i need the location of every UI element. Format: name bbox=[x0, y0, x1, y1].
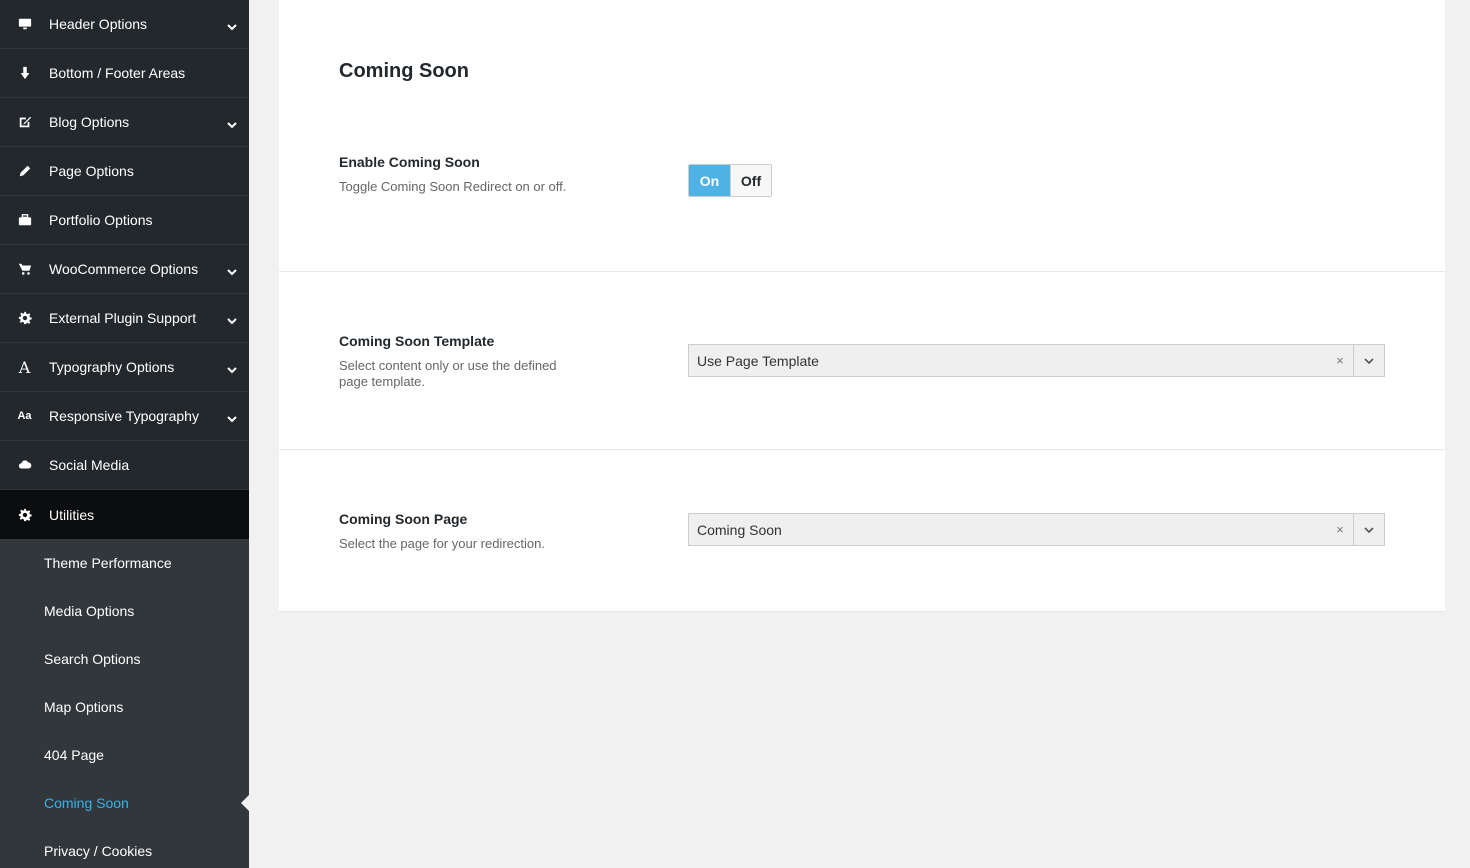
submenu-item-theme-performance[interactable]: Theme Performance bbox=[0, 539, 249, 587]
sidebar-item-social-media[interactable]: Social Media bbox=[0, 441, 249, 490]
coming-soon-template-desc: Select content only or use the defined p… bbox=[339, 358, 557, 389]
clear-icon[interactable]: × bbox=[1327, 353, 1353, 368]
sidebar-item-label: Typography Options bbox=[49, 359, 175, 375]
coming-soon-toggle[interactable]: On Off bbox=[688, 164, 772, 197]
sidebar-item-external-plugin-support[interactable]: External Plugin Support bbox=[0, 294, 249, 343]
enable-coming-soon-title: Enable Coming Soon bbox=[339, 154, 480, 170]
sidebar-item-label: Utilities bbox=[49, 506, 95, 523]
submenu-item-media-options[interactable]: Media Options bbox=[0, 587, 249, 635]
coming-soon-page-row: Coming Soon Page Select the page for you… bbox=[279, 450, 1445, 611]
sidebar-item-blog-options[interactable]: Blog Options bbox=[0, 98, 249, 147]
sidebar-item-label: Header Options bbox=[49, 16, 148, 32]
sidebar-item-label: Responsive Typography bbox=[49, 408, 199, 424]
page-select[interactable]: Coming Soon × bbox=[688, 513, 1385, 546]
chevron-down-icon bbox=[227, 313, 237, 325]
sidebar-item-label: Social Media bbox=[49, 457, 130, 473]
sidebar: Header Options Bottom / Footer Areas Blo… bbox=[0, 0, 249, 868]
coming-soon-page-title: Coming Soon Page bbox=[339, 511, 468, 527]
chevron-down-icon bbox=[227, 362, 237, 374]
coming-soon-template-title: Coming Soon Template bbox=[339, 333, 495, 349]
sidebar-item-responsive-typography[interactable]: Aa Responsive Typography bbox=[0, 392, 249, 441]
text-size-icon: Aa bbox=[17, 410, 32, 422]
monitor-icon bbox=[0, 17, 49, 31]
sidebar-item-label: Blog Options bbox=[49, 114, 130, 130]
clear-icon[interactable]: × bbox=[1327, 522, 1353, 537]
sidebar-item-header-options[interactable]: Header Options bbox=[0, 0, 249, 49]
sidebar-item-utilities[interactable]: Utilities bbox=[0, 490, 249, 539]
sidebar-item-label: Page Options bbox=[49, 163, 134, 179]
submenu-item-coming-soon[interactable]: Coming Soon bbox=[0, 779, 249, 827]
cart-icon bbox=[0, 262, 49, 276]
sidebar-item-portfolio-options[interactable]: Portfolio Options bbox=[0, 196, 249, 245]
coming-soon-page-desc: Select the page for your redirection. bbox=[339, 536, 545, 551]
page-select-value: Coming Soon bbox=[697, 521, 782, 538]
font-icon: A bbox=[18, 357, 31, 377]
submenu-item-search-options[interactable]: Search Options bbox=[0, 635, 249, 683]
chevron-down-icon bbox=[227, 411, 237, 423]
utilities-submenu: Theme Performance Media Options Search O… bbox=[0, 539, 249, 868]
sidebar-item-label: External Plugin Support bbox=[49, 310, 197, 326]
coming-soon-template-row: Coming Soon Template Select content only… bbox=[279, 272, 1445, 450]
submenu-item-map-options[interactable]: Map Options bbox=[0, 683, 249, 731]
chevron-down-icon bbox=[227, 19, 237, 31]
toggle-on-button[interactable]: On bbox=[689, 165, 730, 196]
edit-icon bbox=[0, 115, 49, 129]
toggle-off-button[interactable]: Off bbox=[730, 165, 771, 196]
sidebar-item-page-options[interactable]: Page Options bbox=[0, 147, 249, 196]
sidebar-item-label: Portfolio Options bbox=[49, 212, 153, 228]
sidebar-item-label: Bottom / Footer Areas bbox=[49, 65, 186, 81]
chevron-down-icon bbox=[227, 117, 237, 129]
submenu-item-404-page[interactable]: 404 Page bbox=[0, 731, 249, 779]
gear-icon bbox=[0, 508, 49, 522]
briefcase-icon bbox=[0, 213, 49, 227]
chevron-down-icon[interactable] bbox=[1353, 514, 1384, 545]
sidebar-item-woocommerce-options[interactable]: WooCommerce Options bbox=[0, 245, 249, 294]
sidebar-item-label: WooCommerce Options bbox=[49, 261, 199, 277]
sidebar-item-typography-options[interactable]: A Typography Options bbox=[0, 343, 249, 392]
chevron-down-icon[interactable] bbox=[1353, 345, 1384, 376]
arrow-down-icon bbox=[0, 66, 49, 80]
sidebar-item-bottom-footer-areas[interactable]: Bottom / Footer Areas bbox=[0, 49, 249, 98]
template-select[interactable]: Use Page Template × bbox=[688, 344, 1385, 377]
pencil-icon bbox=[0, 164, 49, 178]
settings-panel: Coming Soon Enable Coming Soon Toggle Co… bbox=[279, 0, 1445, 612]
template-select-value: Use Page Template bbox=[697, 352, 819, 369]
enable-coming-soon-row: Coming Soon Enable Coming Soon Toggle Co… bbox=[279, 0, 1445, 272]
enable-coming-soon-desc: Toggle Coming Soon Redirect on or off. bbox=[339, 179, 567, 194]
gear-icon bbox=[0, 311, 49, 325]
page-title: Coming Soon bbox=[339, 60, 469, 82]
submenu-item-privacy-cookies[interactable]: Privacy / Cookies bbox=[0, 827, 249, 868]
chevron-down-icon bbox=[227, 264, 237, 276]
cloud-icon bbox=[0, 458, 49, 472]
